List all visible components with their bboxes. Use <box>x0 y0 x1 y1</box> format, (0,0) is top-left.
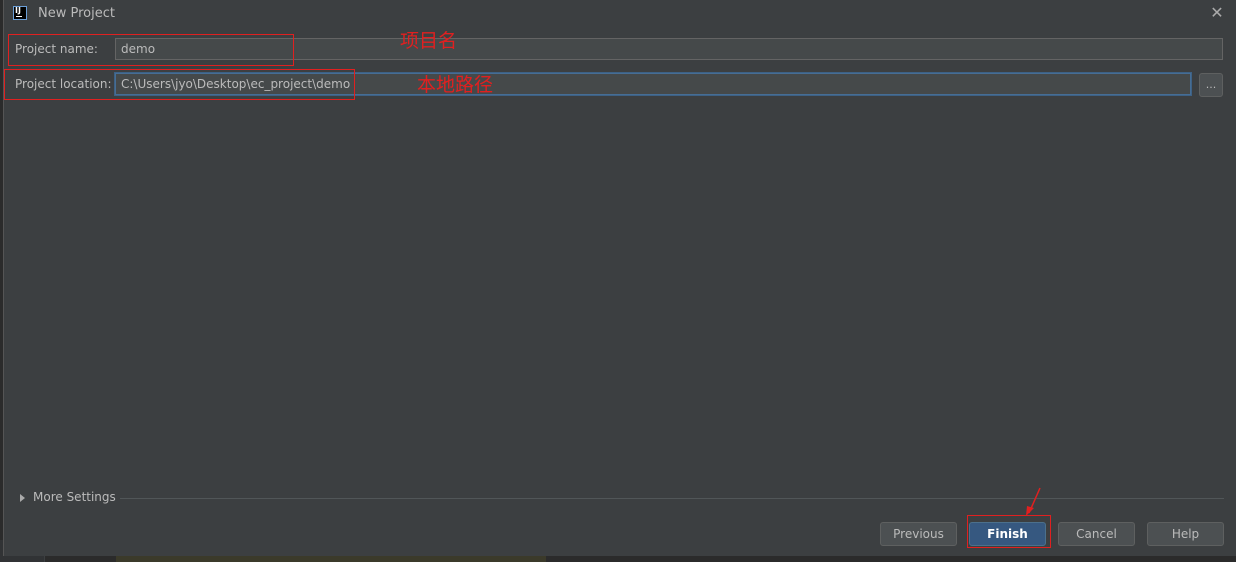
expand-triangle-icon <box>20 493 25 502</box>
help-button[interactable]: Help <box>1147 522 1224 546</box>
project-name-field[interactable]: demo <box>115 38 1223 60</box>
title-bar: IJ New Project ✕ <box>4 0 1236 28</box>
dialog-title: New Project <box>38 6 115 21</box>
separator <box>120 498 1224 499</box>
more-settings-toggle[interactable]: More Settings <box>20 490 116 504</box>
project-location-field[interactable]: C:\Users\jyo\Desktop\ec_project\demo <box>115 73 1191 95</box>
intellij-idea-icon: IJ <box>13 6 27 20</box>
browse-button[interactable]: ... <box>1199 73 1223 97</box>
finish-button[interactable]: Finish <box>969 522 1046 546</box>
new-project-dialog: IJ New Project ✕ Project name: demo Proj… <box>3 0 1236 556</box>
project-location-label: Project location: <box>15 77 112 91</box>
previous-button[interactable]: Previous <box>880 522 957 546</box>
annotation-project-name: 项目名 <box>400 30 458 52</box>
close-icon[interactable]: ✕ <box>1208 4 1226 22</box>
cancel-button[interactable]: Cancel <box>1058 522 1135 546</box>
project-name-label: Project name: <box>15 42 98 56</box>
annotation-local-path: 本地路径 <box>417 74 494 96</box>
more-settings-label: More Settings <box>33 490 116 504</box>
annotation-arrow-icon <box>1026 487 1041 516</box>
